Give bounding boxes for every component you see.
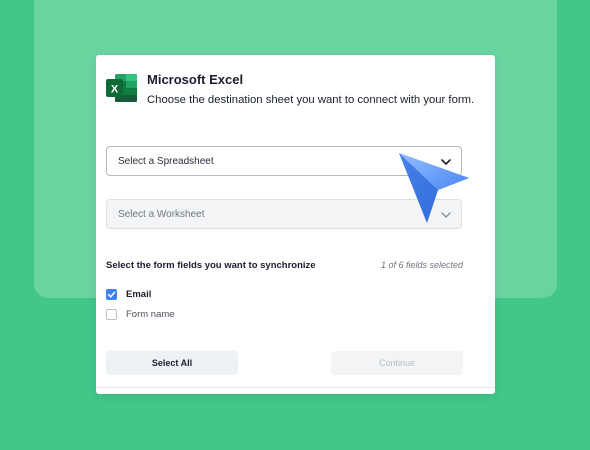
fields-section-label: Select the form fields you want to synch… [106, 260, 316, 271]
worksheet-select-label: Select a Worksheet [118, 208, 205, 220]
fields-selected-count: 1 of 6 fields selected [380, 260, 463, 270]
excel-logo-icon: X [106, 74, 137, 102]
form-name-checkbox[interactable] [106, 308, 117, 320]
dialog-title: Microsoft Excel [147, 72, 244, 87]
field-option-email[interactable]: Email [106, 287, 151, 301]
svg-text:X: X [111, 84, 119, 96]
field-label: Email [126, 288, 152, 300]
continue-button[interactable]: Continue [331, 351, 463, 375]
cursor-arrow-icon [399, 153, 469, 223]
email-checkbox[interactable] [106, 288, 117, 300]
checkmark-icon [107, 291, 116, 297]
field-label: Form name [126, 308, 175, 320]
field-option-form-name[interactable]: Form name [106, 307, 175, 321]
select-all-button[interactable]: Select All [106, 351, 238, 375]
spreadsheet-select-label: Select a Spreadsheet [118, 155, 214, 167]
divider [96, 387, 495, 388]
dialog-subtitle: Choose the destination sheet you want to… [147, 94, 475, 106]
